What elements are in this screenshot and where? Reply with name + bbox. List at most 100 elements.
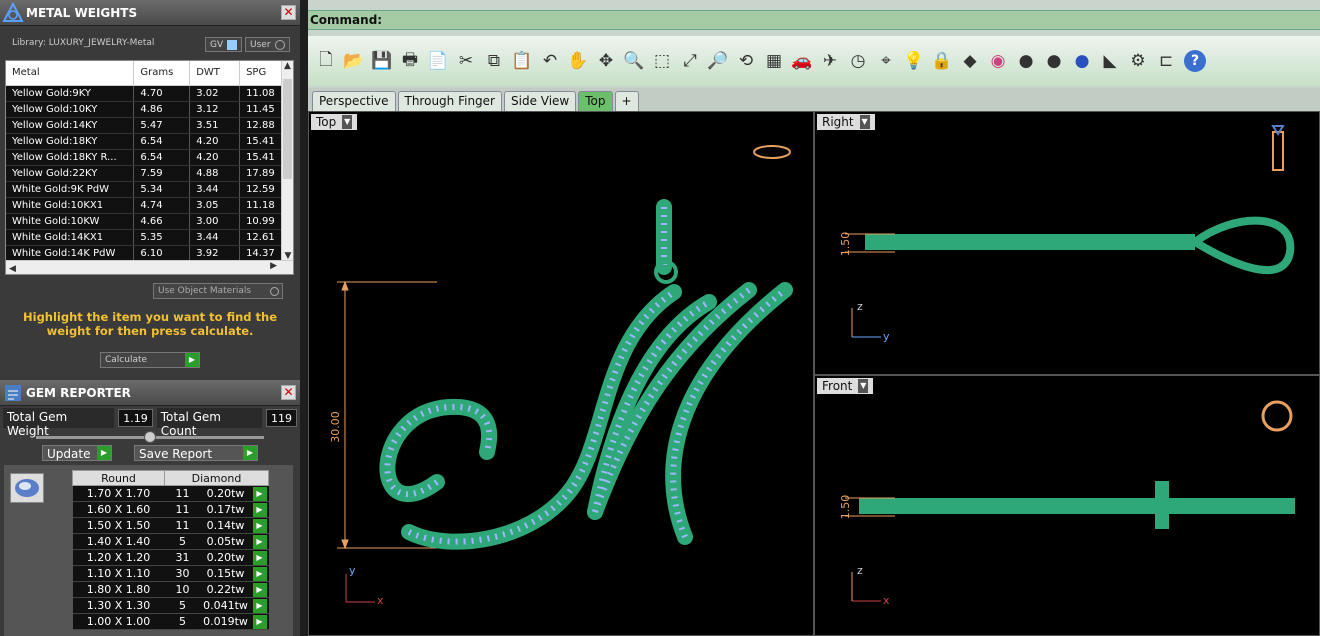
spotlight-icon[interactable]: ◣ [1096,47,1124,75]
import-icon[interactable]: 📄 [424,47,452,75]
table-row[interactable]: Yellow Gold:9KY 4.70 3.02 11.08 [6,85,286,102]
zoom-window-icon[interactable]: ⬚ [648,47,676,75]
zoom-icon[interactable]: 🔍 [620,47,648,75]
table-cell: 12.59 [239,181,286,198]
gem-row[interactable]: 1.40 X 1.40 5 0.05tw ▶ [72,533,269,550]
gem-cell: 1.60 X 1.60 [72,501,165,518]
table-cell: White Gold:9K PdW [6,181,135,198]
calculate-button[interactable]: Calculate ▶ [100,352,200,368]
gem-row-arrow-icon[interactable]: ▶ [250,613,269,630]
round-diamond-icon[interactable] [10,473,44,503]
viewport-top[interactable]: Top ▼ 30.00 y x [308,111,814,636]
tab-perspective[interactable]: Perspective [312,91,396,111]
table-row[interactable]: White Gold:9K PdW 5.34 3.44 12.59 [6,181,286,198]
table-row[interactable]: White Gold:10KX1 4.74 3.05 11.18 [6,197,286,214]
gv-toggle[interactable]: GV [205,37,243,52]
clock-icon[interactable]: ◷ [844,47,872,75]
metal-table-vscrollbar[interactable]: ▲ ▼ [281,61,293,261]
tab-through-finger[interactable]: Through Finger [397,91,502,111]
lock-icon[interactable]: 🔒 [928,47,956,75]
zoom-extents-icon[interactable]: ⤢ [676,47,704,75]
viewport-front[interactable]: Front ▼ 1.50 z x [814,375,1320,636]
metal-col-header[interactable]: Metal [6,61,135,86]
add-tab-button[interactable]: + [614,91,639,111]
material-icon[interactable]: ◆ [956,47,984,75]
table-row[interactable]: Yellow Gold:18KY 6.54 4.20 15.41 [6,133,286,150]
gem-row[interactable]: 1.20 X 1.20 31 0.20tw ▶ [72,549,269,566]
print-icon[interactable]: 🖶 [396,47,424,75]
bail-side-shape [1192,216,1295,275]
gem-reporter-close-icon[interactable]: ✕ [281,385,296,400]
zoom-selected-icon[interactable]: 🔎 [704,47,732,75]
gem-row[interactable]: 1.60 X 1.60 11 0.17tw ▶ [72,501,269,518]
viewport-layout-icon[interactable]: ▦ [760,47,788,75]
user-toggle[interactable]: User [245,37,290,52]
gem-row-arrow-icon[interactable]: ▶ [250,597,269,614]
metal-weights-title: METAL WEIGHTS [26,5,138,20]
table-cell: 4.74 [133,197,191,214]
gem-cell: 0.041tw [200,597,251,614]
gem-row[interactable]: 1.10 X 1.10 30 0.15tw ▶ [72,565,269,582]
gem-reporter-title: GEM REPORTER [26,385,131,400]
viewport-right[interactable]: Right ▼ 1.50 z y [814,111,1320,375]
slider-knob[interactable] [144,431,156,443]
panel-divider[interactable] [300,0,308,636]
paste-icon[interactable]: 📋 [508,47,536,75]
tab-side-view[interactable]: Side View [504,91,577,111]
use-object-materials-toggle[interactable]: Use Object Materials [153,283,283,299]
tab-top[interactable]: Top [578,91,613,111]
metal-weights-close-icon[interactable]: ✕ [281,5,296,20]
undo-icon[interactable]: ↶ [536,47,564,75]
car-icon[interactable]: 🚗 [788,47,816,75]
table-row[interactable]: White Gold:14KX1 5.35 3.44 12.61 [6,229,286,246]
gem-row-arrow-icon[interactable]: ▶ [250,565,269,582]
table-row[interactable]: Yellow Gold:22KY 7.59 4.88 17.89 [6,165,286,182]
gem-row-arrow-icon[interactable]: ▶ [250,533,269,550]
gem-panel-slider[interactable] [36,431,264,443]
gem-row-arrow-icon[interactable]: ▶ [250,581,269,598]
gem-row-arrow-icon[interactable]: ▶ [250,549,269,566]
command-line[interactable]: Command: [308,10,1320,30]
table-row[interactable]: White Gold:14K PdW 6.10 3.92 14.37 [6,245,286,262]
sphere-gray-icon[interactable]: ● [1012,47,1040,75]
dimension-icon[interactable]: ⊏ [1152,47,1180,75]
rotate-icon[interactable]: ✥ [592,47,620,75]
metal-col-header[interactable]: DWT [189,61,241,86]
rotate-view-icon[interactable]: ⟲ [732,47,760,75]
sphere-render-icon[interactable]: ● [1040,47,1068,75]
right-axis-x: y [883,330,890,343]
light-icon[interactable]: 💡 [900,47,928,75]
gem-row-arrow-icon[interactable]: ▶ [250,485,269,502]
gem-row[interactable]: 1.80 X 1.80 10 0.22tw ▶ [72,581,269,598]
help-icon[interactable]: ? [1184,50,1206,72]
gem-row[interactable]: 1.50 X 1.50 11 0.14tw ▶ [72,517,269,534]
snap-icon[interactable]: ⌖ [872,47,900,75]
sphere-blue-icon[interactable]: ● [1068,47,1096,75]
pan-icon[interactable]: ✋ [564,47,592,75]
save-icon[interactable]: 💾 [368,47,396,75]
gem-row[interactable]: 1.70 X 1.70 11 0.20tw ▶ [72,485,269,502]
gem-row[interactable]: 1.00 X 1.00 5 0.019tw ▶ [72,613,269,630]
color-icon[interactable]: ◉ [984,47,1012,75]
gear-icon[interactable]: ⚙ [1124,47,1152,75]
metal-table-hscrollbar[interactable]: ◀ ▶ [6,260,293,274]
copy-icon[interactable]: ⧉ [480,47,508,75]
gem-row[interactable]: 1.30 X 1.30 5 0.041tw ▶ [72,597,269,614]
letter-m-shape [379,199,793,550]
update-button[interactable]: Update ▶ [42,445,112,461]
table-row[interactable]: Yellow Gold:10KY 4.86 3.12 11.45 [6,101,286,118]
save-report-button[interactable]: Save Report ▶ [134,445,258,461]
metal-col-header[interactable]: SPG [239,61,286,86]
table-row[interactable]: Yellow Gold:14KY 5.47 3.51 12.88 [6,117,286,134]
table-row[interactable]: White Gold:10KW 4.66 3.00 10.99 [6,213,286,230]
new-icon[interactable]: 🗋 [312,47,340,75]
metal-col-header[interactable]: Grams [133,61,191,86]
gem-row-arrow-icon[interactable]: ▶ [250,517,269,534]
left-panel: METAL WEIGHTS ✕ Library: LUXURY_JEWELRY-… [0,0,300,636]
plane-icon[interactable]: ✈ [816,47,844,75]
gem-cell: 0.20tw [200,549,251,566]
table-row[interactable]: Yellow Gold:18KY R... 6.54 4.20 15.41 [6,149,286,166]
gem-row-arrow-icon[interactable]: ▶ [250,501,269,518]
open-icon[interactable]: 📂 [340,47,368,75]
cut-icon[interactable]: ✂ [452,47,480,75]
